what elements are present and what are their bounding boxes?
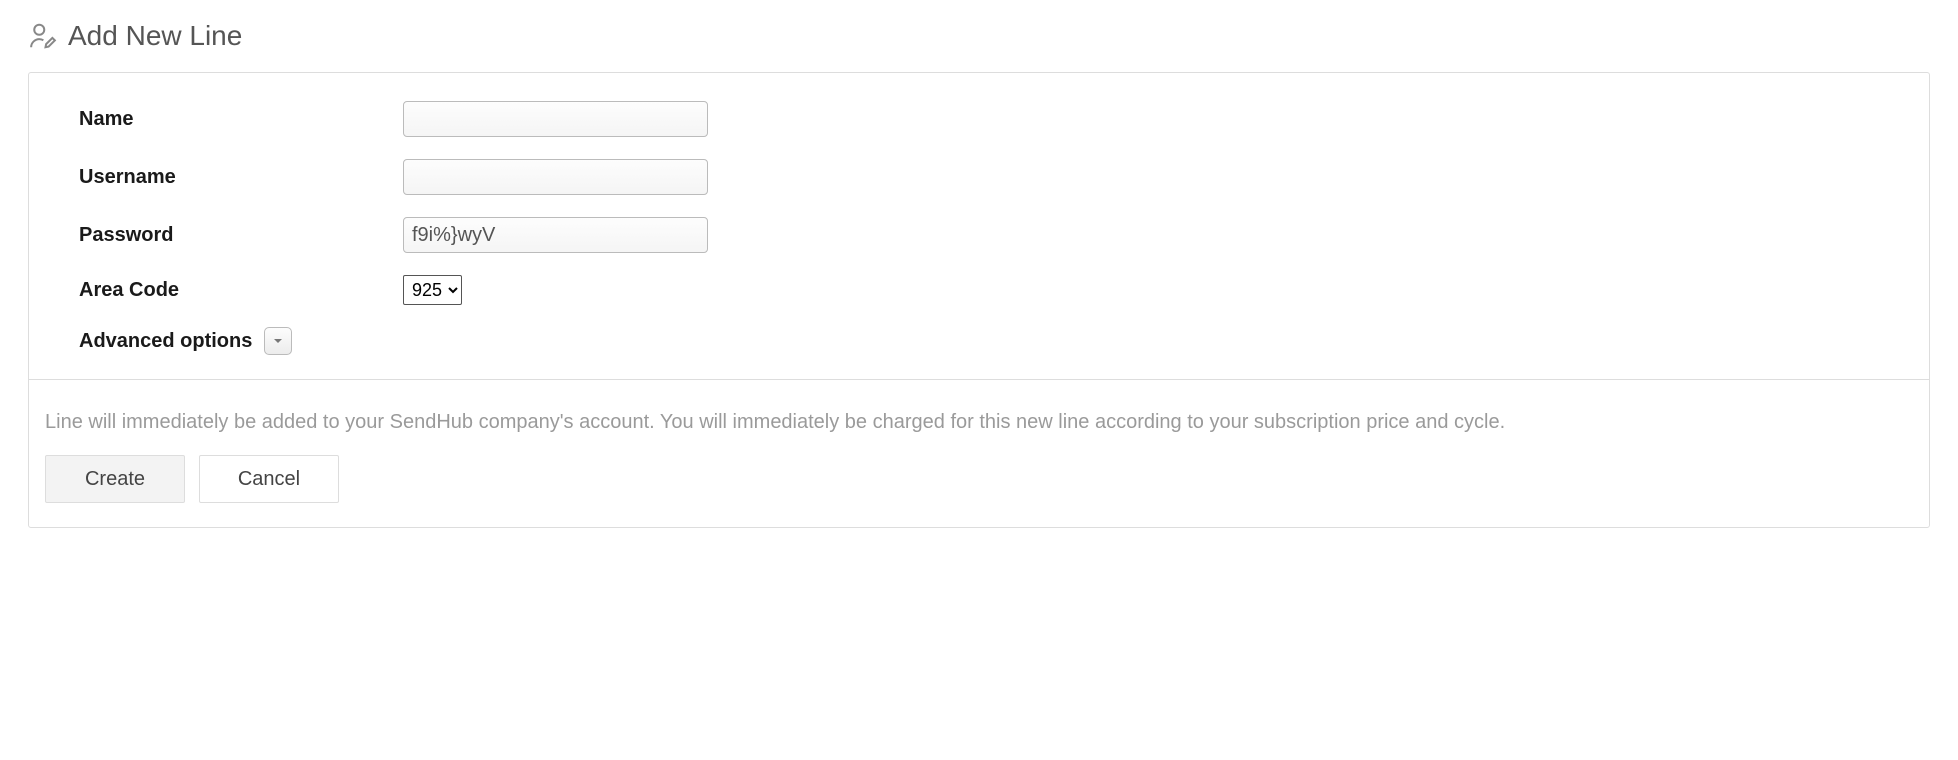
label-password: Password: [79, 224, 403, 247]
footer-note: Line will immediately be added to your S…: [45, 408, 1913, 437]
label-name: Name: [79, 108, 403, 131]
row-password: Password: [79, 217, 1879, 253]
username-input[interactable]: [403, 159, 708, 195]
password-input[interactable]: [403, 217, 708, 253]
label-username: Username: [79, 166, 403, 189]
chevron-down-icon: [272, 335, 284, 347]
user-edit-icon: [28, 21, 58, 51]
button-row: Create Cancel: [45, 455, 1913, 503]
form-area: Name Username Password Area Code 925 Adv…: [29, 73, 1929, 379]
cancel-button[interactable]: Cancel: [199, 455, 339, 503]
label-area-code: Area Code: [79, 279, 403, 302]
row-name: Name: [79, 101, 1879, 137]
footer-area: Line will immediately be added to your S…: [29, 379, 1929, 527]
label-advanced: Advanced options: [79, 330, 252, 353]
row-username: Username: [79, 159, 1879, 195]
row-advanced: Advanced options: [79, 327, 1879, 355]
row-area-code: Area Code 925: [79, 275, 1879, 305]
form-panel: Name Username Password Area Code 925 Adv…: [28, 72, 1930, 528]
create-button[interactable]: Create: [45, 455, 185, 503]
name-input[interactable]: [403, 101, 708, 137]
advanced-toggle-button[interactable]: [264, 327, 292, 355]
page-title: Add New Line: [68, 20, 242, 52]
area-code-select[interactable]: 925: [403, 275, 462, 305]
page-header: Add New Line: [28, 20, 1930, 52]
